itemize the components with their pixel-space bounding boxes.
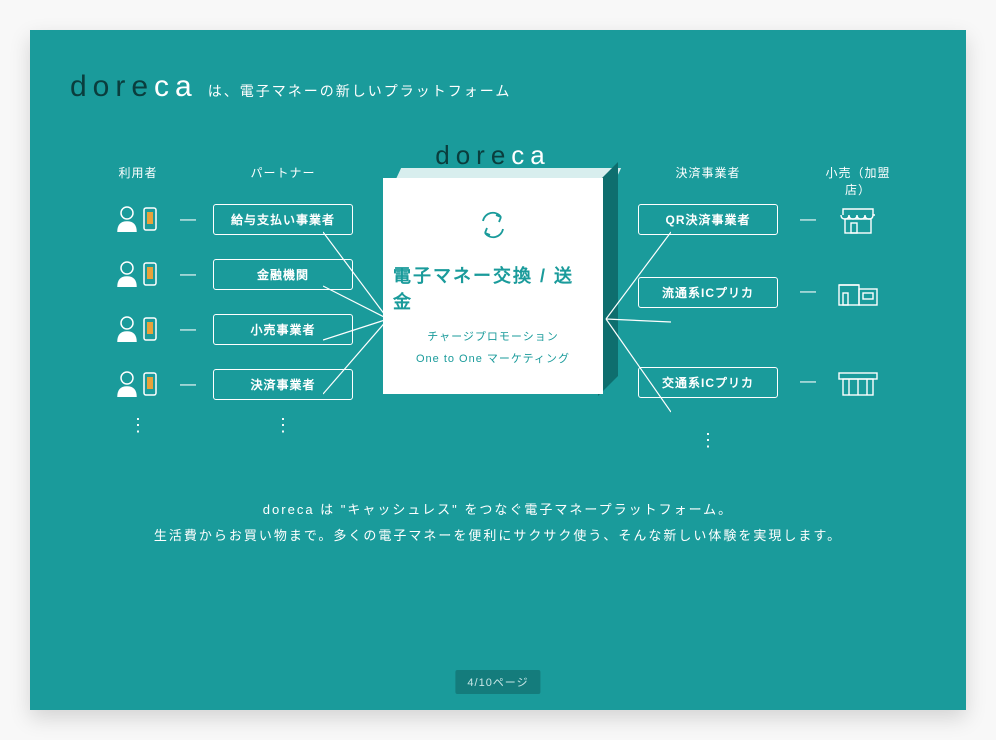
center-subtitle-2: One to One マーケティング bbox=[416, 350, 570, 366]
center-title: 電子マネー交換 / 送金 bbox=[393, 262, 593, 314]
user-phone-icon bbox=[113, 200, 163, 240]
connector-dashes-right: — — — bbox=[793, 164, 823, 427]
ellipsis-icon: ⋮ bbox=[129, 418, 147, 432]
user-phone-icon bbox=[113, 255, 163, 295]
cube: 電子マネー交換 / 送金 チャージプロモーション One to One マーケテ… bbox=[383, 164, 603, 394]
partner-box: 小売事業者 bbox=[213, 314, 353, 345]
providers-column-label: 決済事業者 bbox=[675, 164, 740, 180]
connector-dashes-left: — — — — bbox=[173, 164, 203, 412]
column-providers: 決済事業者 QR決済事業者 流通系ICプリカ 交通系ICプリカ ⋮ bbox=[623, 164, 793, 447]
logo-text-dore: dore bbox=[435, 140, 511, 170]
logo-text-ca: ca bbox=[154, 70, 198, 103]
provider-box: 流通系ICプリカ bbox=[638, 277, 778, 308]
provider-box: QR決済事業者 bbox=[638, 204, 778, 235]
center-subtitle-1: チャージプロモーション bbox=[427, 328, 558, 344]
dash-icon: — bbox=[180, 266, 196, 284]
store-icon bbox=[833, 200, 883, 240]
slide: doreca は、電子マネーの新しいプラットフォーム 利用者 bbox=[30, 30, 966, 710]
logo-text-ca: ca bbox=[511, 140, 550, 170]
ellipsis-icon: ⋮ bbox=[274, 418, 292, 432]
header-tagline: は、電子マネーの新しいプラットフォーム bbox=[208, 81, 512, 101]
dash-icon: — bbox=[180, 321, 196, 339]
provider-box: 交通系ICプリカ bbox=[638, 367, 778, 398]
users-column-label: 利用者 bbox=[118, 164, 157, 180]
footer-line-2: 生活費からお買い物まで。多くの電子マネーを便利にサクサク使う、そんな新しい体験を… bbox=[70, 523, 926, 549]
dash-icon: — bbox=[800, 373, 816, 391]
footer-description: doreca は "キャッシュレス" をつなぐ電子マネープラットフォーム。 生活… bbox=[70, 497, 926, 549]
column-partners: パートナー 給与支払い事業者 金融機関 小売事業者 決済事業者 ⋮ bbox=[203, 164, 363, 432]
dash-icon: — bbox=[180, 211, 196, 229]
exchange-arrows-icon bbox=[475, 207, 511, 248]
ellipsis-icon: ⋮ bbox=[699, 433, 717, 447]
dash-icon: — bbox=[180, 376, 196, 394]
store-icon bbox=[833, 272, 883, 312]
partner-box: 給与支払い事業者 bbox=[213, 204, 353, 235]
user-phone-icon bbox=[113, 310, 163, 350]
logo-text-dore: dore bbox=[70, 70, 154, 103]
partner-box: 決済事業者 bbox=[213, 369, 353, 400]
diagram: 利用者 bbox=[70, 164, 926, 447]
center-cube: doreca 電子マネー交 bbox=[373, 164, 613, 394]
slide-container: doreca は、電子マネーの新しいプラットフォーム 利用者 bbox=[0, 0, 996, 740]
store-icon bbox=[833, 362, 883, 402]
column-retail: 小売（加盟店） bbox=[823, 164, 893, 427]
retail-column-label: 小売（加盟店） bbox=[823, 164, 893, 180]
dash-icon: — bbox=[800, 211, 816, 229]
center-brand-logo: doreca bbox=[435, 140, 551, 171]
user-phone-icon bbox=[113, 365, 163, 405]
column-users: 利用者 bbox=[103, 164, 173, 432]
footer-line-1: doreca は "キャッシュレス" をつなぐ電子マネープラットフォーム。 bbox=[70, 497, 926, 523]
brand-logo: doreca bbox=[70, 70, 198, 104]
partners-column-label: パートナー bbox=[250, 164, 315, 180]
partner-box: 金融機関 bbox=[213, 259, 353, 290]
cube-front-face: 電子マネー交換 / 送金 チャージプロモーション One to One マーケテ… bbox=[383, 178, 603, 394]
page-indicator: 4/10ページ bbox=[455, 670, 540, 694]
header: doreca は、電子マネーの新しいプラットフォーム bbox=[70, 70, 926, 104]
dash-icon: — bbox=[800, 283, 816, 301]
